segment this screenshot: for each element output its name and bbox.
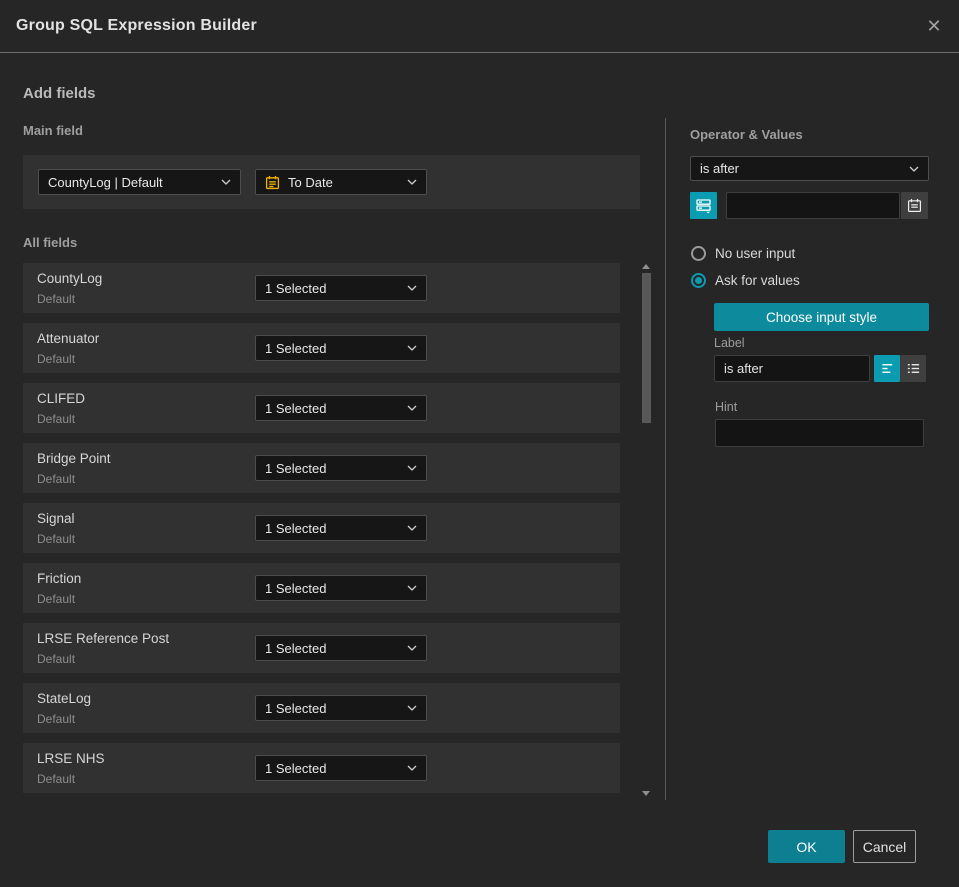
field-selection-dropdown[interactable]: 1 Selected	[255, 575, 427, 601]
field-selection-dropdown[interactable]: 1 Selected	[255, 455, 427, 481]
date-picker-button[interactable]	[901, 192, 928, 219]
field-sublabel: Default	[37, 712, 76, 726]
calendar-icon	[907, 198, 922, 213]
value-type-button[interactable]	[690, 192, 717, 219]
field-row: CountyLog Default 1 Selected	[23, 263, 620, 313]
radio-unselected-icon	[691, 246, 706, 261]
close-icon[interactable]: ✕	[921, 13, 947, 39]
field-selection-value: 1 Selected	[265, 280, 327, 296]
chevron-down-icon	[407, 705, 417, 711]
field-selection-value: 1 Selected	[265, 580, 327, 596]
hint-input[interactable]	[715, 419, 924, 447]
field-name: Friction	[37, 571, 82, 586]
choose-input-style-button[interactable]: Choose input style	[714, 303, 929, 331]
main-field-label: Main field	[23, 123, 83, 138]
list-icon	[906, 361, 921, 376]
field-row: Signal Default 1 Selected	[23, 503, 620, 553]
field-name: Signal	[37, 511, 75, 526]
radio-ask-for-values[interactable]: Ask for values	[691, 273, 800, 288]
field-row: CLIFED Default 1 Selected	[23, 383, 620, 433]
field-name: Attenuator	[37, 331, 100, 346]
field-name: CountyLog	[37, 271, 103, 286]
field-sublabel: Default	[37, 592, 76, 606]
field-row: Bridge Point Default 1 Selected	[23, 443, 620, 493]
date-field-dropdown-value: To Date	[288, 174, 333, 190]
field-selection-value: 1 Selected	[265, 340, 327, 356]
dialog-titlebar: Group SQL Expression Builder	[0, 0, 959, 53]
field-selection-dropdown[interactable]: 1 Selected	[255, 335, 427, 361]
operator-dropdown-value: is after	[700, 161, 740, 176]
chevron-down-icon	[407, 765, 417, 771]
field-row: LRSE Reference Post Default 1 Selected	[23, 623, 620, 673]
chevron-down-icon	[407, 645, 417, 651]
field-sublabel: Default	[37, 772, 76, 786]
chevron-down-icon	[407, 405, 417, 411]
scrollbar-down-arrow-icon[interactable]	[642, 791, 650, 796]
field-sublabel: Default	[37, 412, 76, 426]
field-selection-dropdown[interactable]: 1 Selected	[255, 515, 427, 541]
all-fields-list: CountyLog Default 1 Selected Attenuator …	[23, 263, 620, 803]
field-selection-dropdown[interactable]: 1 Selected	[255, 695, 427, 721]
main-field-dropdown-value: CountyLog | Default	[48, 174, 163, 190]
field-selection-dropdown[interactable]: 1 Selected	[255, 755, 427, 781]
radio-selected-icon	[691, 273, 706, 288]
radio-label: No user input	[715, 246, 796, 261]
field-selection-value: 1 Selected	[265, 640, 327, 656]
chevron-down-icon	[407, 525, 417, 531]
field-sublabel: Default	[37, 292, 76, 306]
main-field-panel: CountyLog | Default To Date	[23, 155, 640, 209]
field-selection-dropdown[interactable]: 1 Selected	[255, 635, 427, 661]
label-input[interactable]: is after	[714, 355, 870, 382]
field-name: LRSE NHS	[37, 751, 105, 766]
field-selection-value: 1 Selected	[265, 520, 327, 536]
field-selection-value: 1 Selected	[265, 400, 327, 416]
scrollbar-up-arrow-icon[interactable]	[642, 264, 650, 269]
field-row: StateLog Default 1 Selected	[23, 683, 620, 733]
field-name: StateLog	[37, 691, 92, 706]
unique-values-icon	[695, 197, 712, 214]
label-field-label: Label	[714, 336, 745, 350]
date-field-dropdown[interactable]: To Date	[255, 169, 427, 195]
scrollbar-thumb[interactable]	[642, 273, 651, 423]
radio-no-user-input[interactable]: No user input	[691, 246, 795, 261]
field-selection-dropdown[interactable]: 1 Selected	[255, 395, 427, 421]
field-name: Bridge Point	[37, 451, 111, 466]
field-selection-value: 1 Selected	[265, 460, 327, 476]
field-name: CLIFED	[37, 391, 86, 406]
cancel-button[interactable]: Cancel	[853, 830, 916, 863]
input-style-single-button[interactable]	[874, 355, 900, 382]
all-fields-label: All fields	[23, 235, 78, 250]
dialog-title: Group SQL Expression Builder	[16, 17, 257, 34]
chevron-down-icon	[407, 179, 417, 185]
field-selection-value: 1 Selected	[265, 700, 327, 716]
field-row: Friction Default 1 Selected	[23, 563, 620, 613]
field-row: LRSE NHS Default 1 Selected	[23, 743, 620, 793]
chevron-down-icon	[407, 285, 417, 291]
calendar-icon	[265, 175, 280, 190]
operator-dropdown[interactable]: is after	[690, 156, 929, 181]
chevron-down-icon	[909, 166, 919, 172]
panel-divider	[665, 118, 666, 800]
add-fields-heading: Add fields	[23, 85, 96, 102]
field-name: LRSE Reference Post	[37, 631, 170, 646]
value-input[interactable]	[726, 192, 900, 219]
field-sublabel: Default	[37, 652, 76, 666]
operator-values-heading: Operator & Values	[690, 127, 803, 142]
radio-label: Ask for values	[715, 273, 800, 288]
field-selection-dropdown[interactable]: 1 Selected	[255, 275, 427, 301]
chevron-down-icon	[407, 345, 417, 351]
chevron-down-icon	[221, 179, 231, 185]
field-selection-value: 1 Selected	[265, 760, 327, 776]
align-left-icon	[880, 361, 895, 376]
main-field-dropdown[interactable]: CountyLog | Default	[38, 169, 241, 195]
field-sublabel: Default	[37, 472, 76, 486]
chevron-down-icon	[407, 585, 417, 591]
input-style-list-button[interactable]	[900, 355, 926, 382]
ok-button[interactable]: OK	[768, 830, 845, 863]
hint-field-label: Hint	[715, 400, 738, 414]
field-row: Attenuator Default 1 Selected	[23, 323, 620, 373]
field-sublabel: Default	[37, 352, 76, 366]
chevron-down-icon	[407, 465, 417, 471]
field-sublabel: Default	[37, 532, 76, 546]
